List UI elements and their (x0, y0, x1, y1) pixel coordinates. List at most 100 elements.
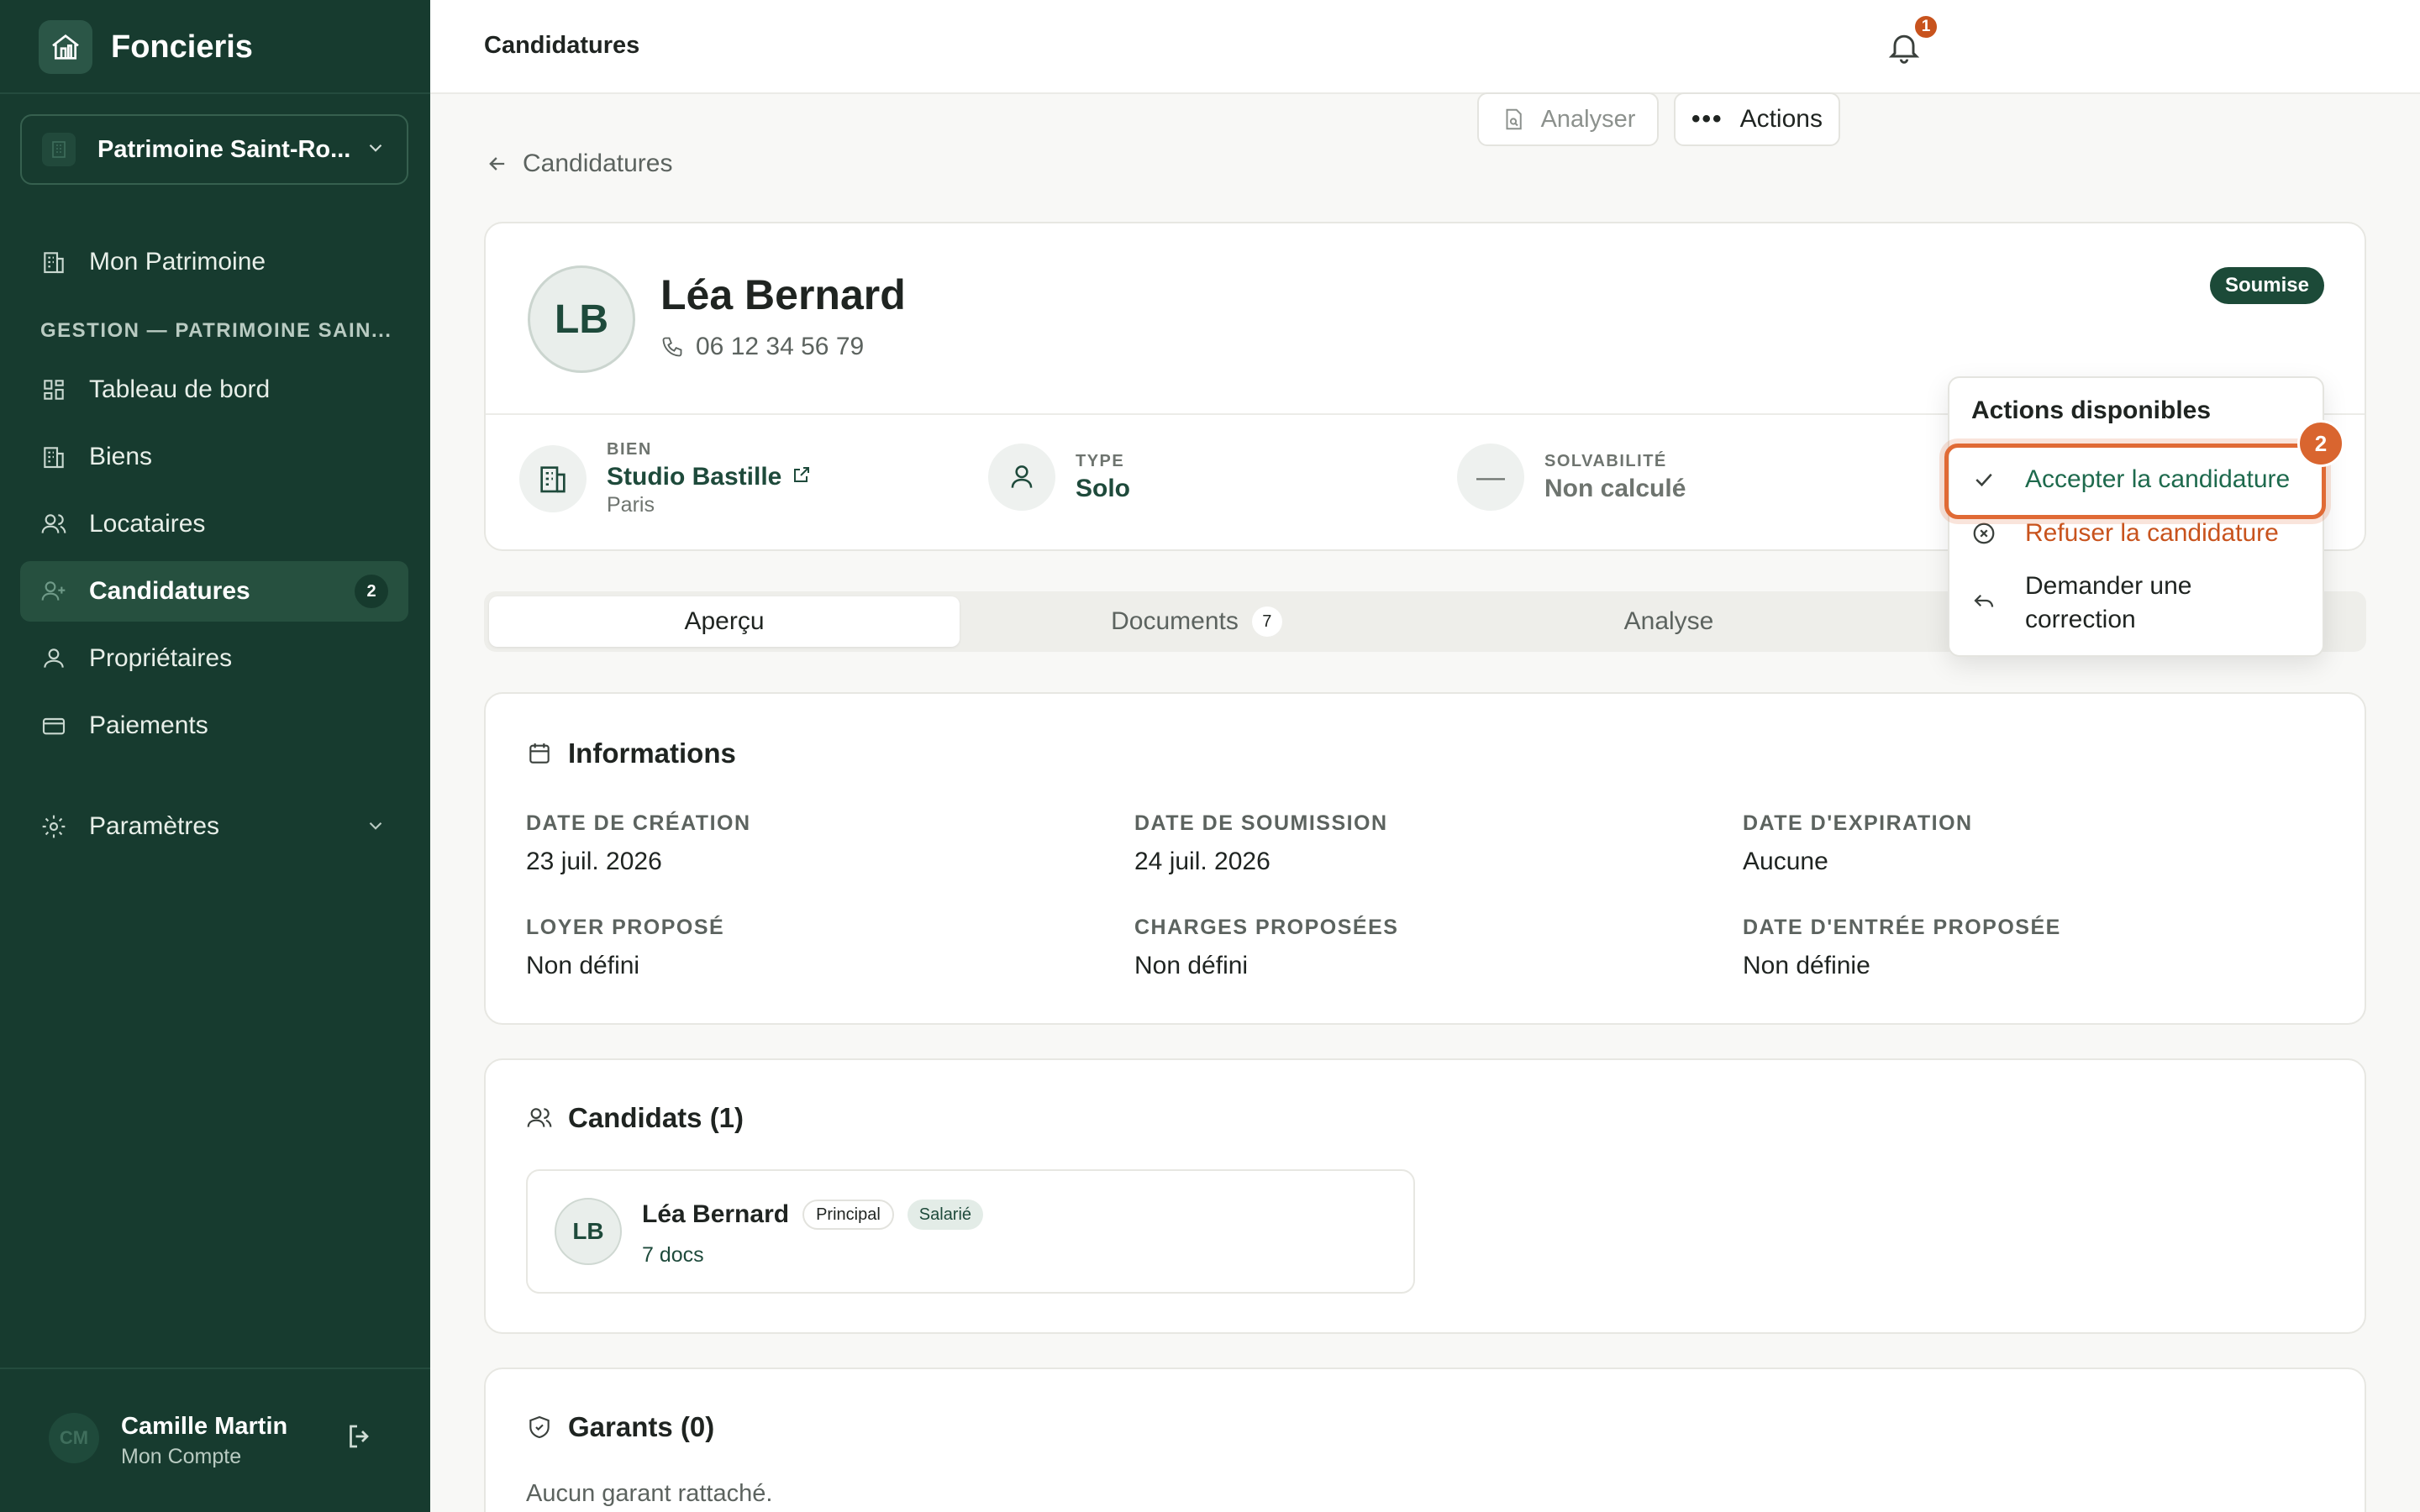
external-link-icon[interactable] (792, 463, 812, 491)
property-name[interactable]: Studio Bastille (607, 463, 781, 491)
user-subtitle: Mon Compte (121, 1445, 242, 1468)
card-icon (39, 711, 69, 741)
highlight-ring (1944, 444, 2326, 519)
field-value: 23 juil. 2026 (526, 848, 662, 875)
menu-item-refuse[interactable]: Refuser la candidature (1971, 519, 2279, 548)
dashboard-icon (39, 375, 69, 405)
users-icon (39, 509, 69, 539)
employment-badge: Salarié (907, 1200, 984, 1230)
back-link-label: Candidatures (523, 150, 673, 177)
role-badge: Principal (802, 1200, 894, 1230)
sidebar-section-label: GESTION — PATRIMOINE SAIN... (40, 319, 392, 342)
sidebar-item-paiements[interactable]: Paiements (20, 696, 408, 756)
docs-count: 7 docs (642, 1243, 704, 1267)
app-name: Foncieris (111, 29, 253, 65)
candidatures-count-badge: 2 (355, 575, 388, 608)
section-title-text: Candidats (1) (568, 1102, 744, 1133)
file-search-icon (1501, 107, 1526, 132)
sidebar-item-mon-patrimoine[interactable]: Mon Patrimoine (20, 232, 408, 292)
summary-bien: BIEN Studio Bastille Paris (519, 440, 812, 517)
sidebar-item-label: Candidatures (89, 577, 250, 605)
top-bar: Candidatures (430, 0, 2420, 94)
section-title-text: Garants (0) (568, 1411, 715, 1442)
field-label: DATE DE SOUMISSION (1134, 811, 1388, 835)
arrow-left-icon (486, 152, 509, 176)
user-icon (988, 444, 1055, 511)
sidebar-item-locataires[interactable]: Locataires (20, 494, 408, 554)
analyser-button[interactable]: Analyser (1477, 92, 1659, 146)
field-value: 24 juil. 2026 (1134, 848, 1270, 875)
empty-state-text: Aucun garant rattaché. (526, 1480, 773, 1507)
field-label: CHARGES PROPOSÉES (1134, 916, 1399, 939)
informations-card: Informations DATE DE CRÉATION 23 juil. 2… (484, 692, 2366, 1025)
property-link[interactable]: Studio Bastille (607, 463, 812, 491)
menu-item-request-correction[interactable]: Demander une correction (1971, 570, 2191, 637)
back-link[interactable]: Candidatures (486, 150, 672, 178)
sidebar-item-candidatures[interactable]: Candidatures 2 (20, 561, 408, 622)
menu-item-label: Refuser la candidature (2025, 519, 2279, 547)
list-item[interactable]: LB Léa Bernard Principal Salarié 7 docs (526, 1169, 1415, 1294)
tab-analyse[interactable]: Analyse (1434, 596, 1904, 647)
phone-number: 06 12 34 56 79 (696, 333, 865, 360)
section-title: Informations (526, 738, 736, 769)
field-value: Aucune (1743, 848, 1828, 875)
tab-apercu[interactable]: Aperçu (489, 596, 960, 647)
undo-icon (1971, 588, 1996, 613)
tab-label: Aperçu (684, 607, 765, 635)
shield-check-icon (526, 1414, 553, 1441)
actions-button[interactable]: ••• Actions (1674, 92, 1840, 146)
tab-label: Analyse (1623, 607, 1714, 635)
sidebar-item-label: Mon Patrimoine (89, 248, 266, 276)
section-title: Garants (0) (526, 1411, 714, 1443)
field-date-creation: DATE DE CRÉATION 23 juil. 2026 (526, 811, 751, 876)
avatar: LB (528, 265, 635, 373)
building-icon (42, 133, 76, 166)
notification-badge: 1 (1912, 13, 1939, 40)
sidebar-item-tableau-de-bord[interactable]: Tableau de bord (20, 360, 408, 420)
step-badge: 2 (2297, 420, 2344, 467)
users-icon (526, 1105, 553, 1131)
field-value: Non défini (526, 952, 640, 979)
menu-item-label-line: Demander une (2025, 572, 2192, 600)
field-date-soumission: DATE DE SOUMISSION 24 juil. 2026 (1134, 811, 1388, 876)
page-title: Candidatures (484, 32, 640, 59)
chevron-down-icon (365, 815, 387, 843)
calendar-icon (526, 740, 553, 767)
summary-type: TYPE Solo (988, 444, 1130, 511)
avatar: CM (49, 1413, 99, 1463)
section-title-text: Informations (568, 738, 736, 769)
summary-value: Solo (1076, 474, 1130, 502)
summary-label: BIEN (607, 440, 652, 459)
sidebar-item-label: Paiements (89, 711, 208, 739)
x-circle-icon (1971, 521, 1996, 546)
logout-icon[interactable] (345, 1421, 378, 1455)
field-label: DATE DE CRÉATION (526, 811, 751, 835)
more-icon: ••• (1691, 105, 1723, 133)
sidebar-item-biens[interactable]: Biens (20, 427, 408, 487)
building-icon (39, 247, 69, 277)
section-title: Candidats (1) (526, 1102, 744, 1134)
sidebar-item-proprietaires[interactable]: Propriétaires (20, 628, 408, 689)
user-icon (39, 643, 69, 674)
summary-value: Non calculé (1544, 474, 1686, 502)
field-date-entree: DATE D'ENTRÉE PROPOSÉE Non définie (1743, 916, 2061, 980)
building-icon (39, 442, 69, 472)
tab-documents[interactable]: Documents 7 (961, 596, 1432, 647)
analyser-label: Analyser (1540, 105, 1636, 133)
field-value: Non défini (1134, 952, 1249, 979)
user-plus-icon (39, 576, 69, 606)
phone-icon (660, 335, 684, 359)
user-name: Camille Martin (121, 1413, 288, 1440)
user-account[interactable]: CM Camille Martin Mon Compte (0, 1369, 430, 1512)
dash-icon: — (1457, 444, 1524, 511)
candidate-row-name: Léa Bernard Principal Salarié (642, 1200, 984, 1230)
menu-item-label: Demander une correction (2025, 570, 2191, 637)
dropdown-title: Actions disponibles (1971, 396, 2212, 424)
status-badge: Soumise (2209, 267, 2324, 304)
sidebar-item-parametres[interactable]: Paramètres (20, 796, 408, 857)
organization-selector[interactable]: Patrimoine Saint-Ro... (20, 114, 408, 185)
candidate-phone: 06 12 34 56 79 (660, 333, 864, 361)
app-logo[interactable]: Foncieris (39, 20, 253, 74)
garants-card: Garants (0) Aucun garant rattaché. (484, 1368, 2366, 1512)
field-label: DATE D'ENTRÉE PROPOSÉE (1743, 916, 2061, 939)
